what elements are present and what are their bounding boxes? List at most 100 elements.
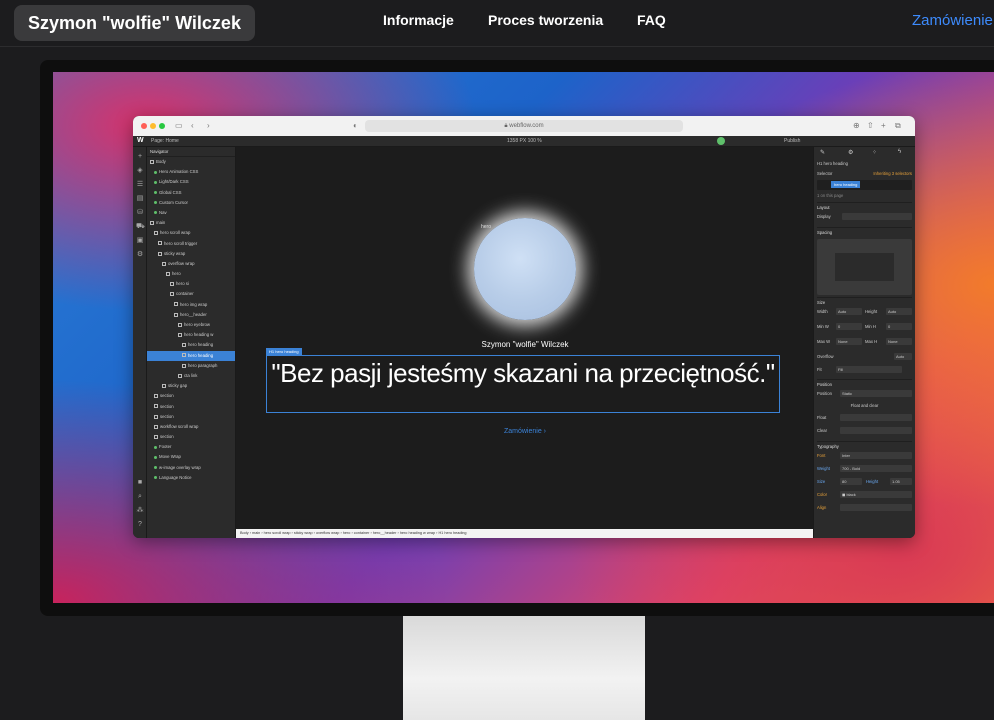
display-options[interactable] bbox=[842, 213, 912, 220]
sidebar-toggle-icon[interactable]: ▭ bbox=[175, 121, 183, 131]
design-canvas[interactable]: hero Szymon "wolfie" Wilczek H1 hero hea… bbox=[236, 147, 813, 538]
style-brush-icon[interactable]: ✎ bbox=[820, 149, 825, 156]
audit-icon[interactable]: ■ bbox=[136, 479, 144, 487]
minh-input[interactable]: 0 bbox=[886, 323, 912, 330]
navigator-icon[interactable]: ☰ bbox=[136, 181, 144, 189]
navigator-row[interactable]: hero heading w bbox=[147, 330, 235, 340]
webflow-logo-icon[interactable]: W bbox=[137, 137, 144, 145]
nav-link-proces-tworzenia[interactable]: Proces tworzenia bbox=[488, 12, 603, 28]
padding-box[interactable] bbox=[835, 253, 894, 281]
ecommerce-icon[interactable]: ⛟ bbox=[136, 223, 145, 231]
navigator-row[interactable]: section bbox=[147, 412, 235, 422]
navigator-row[interactable]: section bbox=[147, 402, 235, 412]
back-arrow-icon[interactable]: ‹ bbox=[191, 121, 194, 131]
address-bar[interactable]: 🔒︎ webflow.com bbox=[365, 120, 683, 132]
section-size[interactable]: Size bbox=[817, 297, 912, 306]
nav-link-faq[interactable]: FAQ bbox=[637, 12, 666, 28]
breadcrumb-item[interactable]: hero__header bbox=[373, 531, 397, 535]
hero-eyebrow-name[interactable]: Szymon "wolfie" Wilczek bbox=[236, 340, 814, 349]
navigator-row[interactable]: workflow scroll wrap bbox=[147, 422, 235, 432]
navigator-row[interactable]: Custom Cursor bbox=[147, 198, 235, 208]
navigator-row[interactable]: hero heading bbox=[147, 340, 235, 350]
tabs-overview-icon[interactable]: ⧉ bbox=[895, 121, 901, 131]
spacing-box-model[interactable] bbox=[817, 239, 912, 295]
navigator-row[interactable]: Light/Dark CSS bbox=[147, 177, 235, 187]
navigator-row[interactable]: hero heading bbox=[147, 350, 235, 361]
line-height-input[interactable]: 1.05 bbox=[890, 478, 912, 485]
navigator-row[interactable]: main bbox=[147, 218, 235, 228]
maximize-window-dot[interactable] bbox=[159, 123, 165, 129]
breadcrumb-item[interactable]: container bbox=[354, 531, 370, 535]
navigator-row[interactable]: Hero Animation CSS bbox=[147, 167, 235, 177]
maxw-input[interactable]: None bbox=[836, 338, 862, 345]
hero-cta-link[interactable]: Zamówienie › bbox=[236, 428, 814, 435]
navigator-row[interactable]: Global CSS bbox=[147, 188, 235, 198]
assets-icon[interactable]: ▣ bbox=[136, 237, 144, 245]
font-select[interactable]: Inter bbox=[840, 452, 912, 459]
share-icon[interactable]: ⇧ bbox=[867, 121, 874, 131]
settings-icon[interactable]: ⚙ bbox=[136, 251, 144, 259]
breadcrumb-item[interactable]: Body bbox=[240, 531, 249, 535]
download-icon[interactable]: ⊕ bbox=[853, 121, 860, 131]
section-layout[interactable]: Layout bbox=[817, 202, 912, 211]
hero-image-orb[interactable] bbox=[474, 218, 576, 320]
weight-select[interactable]: 700 - Bold bbox=[840, 465, 912, 472]
apps-icon[interactable]: ⁂ bbox=[136, 507, 144, 515]
search-icon[interactable]: ⌕ bbox=[136, 493, 144, 501]
color-input[interactable]: ◼ black bbox=[840, 491, 912, 498]
navigator-row[interactable]: hero scroll wrap bbox=[147, 228, 235, 238]
section-position[interactable]: Position bbox=[817, 379, 912, 388]
navigator-row[interactable]: hero img wrap bbox=[147, 300, 235, 310]
breadcrumb-item[interactable]: overflow wrap bbox=[316, 531, 339, 535]
navigator-row[interactable]: Nav bbox=[147, 208, 235, 218]
navigator-row[interactable]: hero eyebrow bbox=[147, 320, 235, 330]
navigator-row[interactable]: sticky wrap bbox=[147, 249, 235, 259]
navigator-row[interactable]: section bbox=[147, 391, 235, 401]
navigator-row[interactable]: hero scroll trigger bbox=[147, 239, 235, 249]
overflow-auto-option[interactable]: Auto bbox=[894, 353, 912, 360]
hero-heading[interactable]: "Bez pasji jesteśmy skazani na przeciętn… bbox=[266, 358, 780, 388]
selector-field[interactable]: hero heading bbox=[817, 180, 912, 190]
navigator-row[interactable]: w-image overlay wrap bbox=[147, 463, 235, 473]
breadcrumb-item[interactable]: hero scroll wrap bbox=[264, 531, 291, 535]
navigator-row[interactable]: overflow wrap bbox=[147, 259, 235, 269]
float-options[interactable] bbox=[840, 414, 912, 421]
nav-cta-zamowienie[interactable]: Zamówienie bbox=[912, 12, 993, 29]
add-panel-icon[interactable]: + bbox=[136, 153, 144, 161]
navigator-row[interactable]: cta link bbox=[147, 371, 235, 381]
breadcrumb-item[interactable]: H1 hero heading bbox=[438, 531, 466, 535]
width-input[interactable]: Auto bbox=[836, 308, 862, 315]
size-input[interactable]: 80 bbox=[840, 478, 862, 485]
height-input[interactable]: Auto bbox=[886, 308, 912, 315]
element-settings-gear-icon[interactable]: ⚙ bbox=[848, 149, 853, 156]
navigator-row[interactable]: Move Wrap bbox=[147, 452, 235, 462]
navigator-row[interactable]: hero bbox=[147, 269, 235, 279]
page-selector[interactable]: Page: Home bbox=[151, 138, 179, 144]
align-options[interactable] bbox=[840, 504, 912, 511]
minimize-window-dot[interactable] bbox=[150, 123, 156, 129]
minw-input[interactable]: 0 bbox=[836, 323, 862, 330]
navigator-row[interactable]: Body bbox=[147, 157, 235, 167]
float-clear-toggle[interactable]: Float and clear bbox=[817, 401, 912, 410]
new-tab-icon[interactable]: + bbox=[881, 121, 886, 131]
navigator-row[interactable]: hero__header bbox=[147, 310, 235, 320]
navigator-row[interactable]: Language Notice bbox=[147, 473, 235, 483]
navigator-row[interactable]: section bbox=[147, 432, 235, 442]
style-manager-icon[interactable]: ⁘ bbox=[872, 149, 877, 156]
symbols-icon[interactable]: ◈ bbox=[136, 167, 144, 175]
breadcrumb-item[interactable]: hero heading w wrap bbox=[400, 531, 435, 535]
fit-select[interactable]: Fill bbox=[836, 366, 902, 373]
help-icon[interactable]: ? bbox=[136, 521, 144, 529]
section-typography[interactable]: Typography bbox=[817, 441, 912, 450]
navigator-row[interactable]: container bbox=[147, 289, 235, 299]
maxh-input[interactable]: None bbox=[886, 338, 912, 345]
cms-icon[interactable]: ⛁ bbox=[136, 209, 144, 217]
publish-button[interactable]: Publish bbox=[784, 138, 800, 144]
close-window-dot[interactable] bbox=[141, 123, 147, 129]
brand-logo-button[interactable]: Szymon "wolfie" Wilczek bbox=[14, 5, 255, 41]
navigator-row[interactable]: Footer bbox=[147, 442, 235, 452]
section-spacing[interactable]: Spacing bbox=[817, 227, 912, 236]
nav-link-informacje[interactable]: Informacje bbox=[383, 12, 454, 28]
inheriting-note[interactable]: Inheriting 3 selectors bbox=[873, 169, 912, 178]
position-select[interactable]: Static bbox=[840, 390, 912, 397]
